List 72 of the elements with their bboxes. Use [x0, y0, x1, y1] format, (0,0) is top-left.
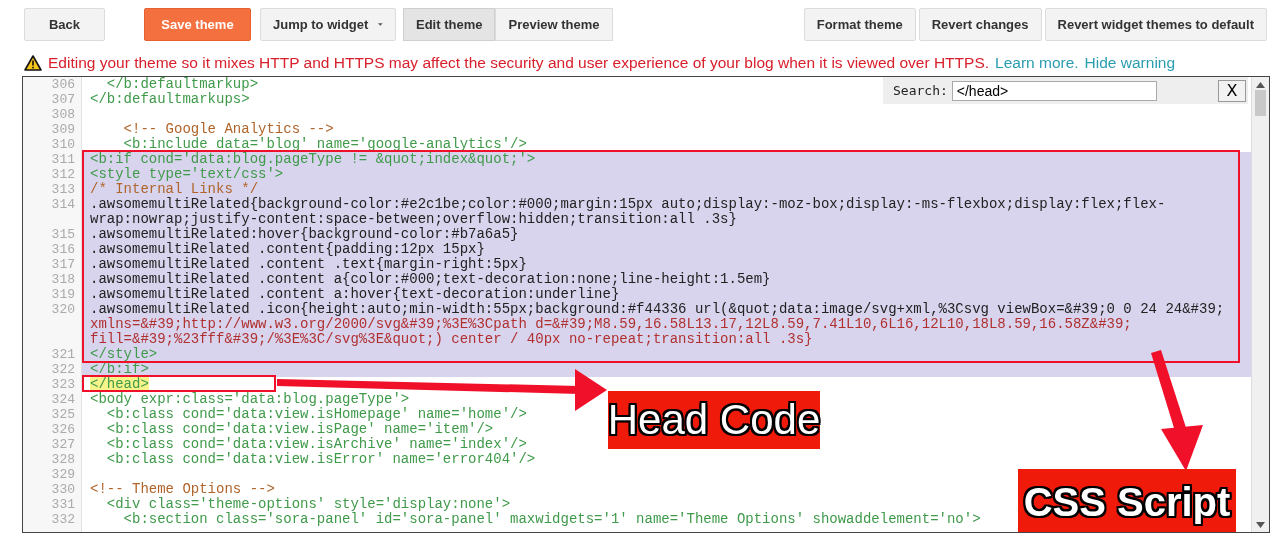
line-number: 312 [50, 167, 76, 182]
toolbar-button[interactable]: Revert widget themes to default [1044, 8, 1267, 41]
code-line: /* Internal Links */ [90, 181, 259, 197]
jump-dropdown[interactable]: Jump to widget [260, 8, 396, 41]
line-number: 311 [50, 152, 76, 167]
code-line: <!-- Theme Options --> [90, 481, 275, 497]
line-number: 307 [50, 92, 76, 107]
line-number: 308 [50, 107, 76, 122]
code-line: </b:defaultmarkup> [105, 77, 259, 92]
scrollbar[interactable] [1251, 77, 1269, 532]
code-line: </style> [90, 346, 158, 362]
code-line: .awsomemultiRelated .content{padding:12px 15px} [90, 241, 485, 257]
code-line: <style type='text/css'> [90, 166, 284, 182]
code-line: .awsomemultiRelated .icon{height:auto;min-width:55px;background:#f44336 url(&quot;data:image/svg+xml,%3Csvg viewBox=&#39;0 0 24 24&#39; [90, 301, 1225, 317]
line-number: 317 [50, 257, 76, 272]
line-number: 320 [50, 302, 76, 317]
line-number: 330 [50, 482, 76, 497]
line-number: 315 [50, 227, 76, 242]
code-line: .awsomemultiRelated{background-color:#e2c1be;color:#000;margin:15px auto;display:-moz-box;display:-ms-flexbox;display:flex;flex- [90, 196, 1166, 212]
annotation-label: CSS Script [1018, 469, 1236, 532]
line-number: 326 [50, 422, 76, 437]
scroll-up-icon[interactable] [1256, 82, 1265, 88]
line-number: 327 [50, 437, 76, 452]
mode-tab[interactable]: Preview theme [495, 8, 613, 41]
scroll-thumb[interactable] [1255, 90, 1266, 116]
line-number: 318 [50, 272, 76, 287]
line-number: 310 [50, 137, 76, 152]
scroll-down-icon[interactable] [1256, 522, 1265, 528]
line-number: 332 [50, 512, 76, 527]
toolbar-button[interactable]: Format theme [803, 8, 916, 41]
line-number: 322 [50, 362, 76, 377]
toolbar-button[interactable]: Revert changes [918, 8, 1042, 41]
caret-icon [378, 22, 383, 27]
code-line: .awsomemultiRelated .content a:hover{text-decoration:underline} [90, 286, 620, 302]
code-line: <b:class cond='data:view.isPage' name='item'/> [105, 421, 494, 437]
line-number: 306 [50, 77, 76, 92]
line-number: 319 [50, 287, 76, 302]
line-number: 316 [50, 242, 76, 257]
code-line: .awsomemultiRelated .content a{color:#000;text-decoration:none;line-height:1.5em} [90, 271, 771, 287]
line-number: 324 [50, 392, 76, 407]
code-line: fill=&#39;%23fff&#39;/%3E%3C/svg%3E&quot;) center / 40px no-repeat;transition:all .3s} [90, 331, 813, 347]
mode-tab[interactable]: Edit theme [403, 8, 496, 41]
code-line: <b:section class='sora-panel' id='sora-panel' maxwidgets='1' name='Theme Options' showaddelement='no'> [122, 511, 981, 527]
code-line: wrap:nowrap;justify-content:space-between;overflow:hidden;transition:all .3s} [90, 211, 737, 227]
line-number: 314 [50, 197, 76, 212]
search-field[interactable]: </head> [951, 80, 1157, 101]
warning-message: Editing your theme so it mixes HTTP and HTTPS may affect the security and user experience of your blog when it is viewed over HTTPS. [48, 54, 990, 72]
code-line: <b:class cond='data:view.isHomepage' name='home'/> [105, 406, 527, 422]
code-line: <body expr:class='data:blog.pageType'> [90, 391, 410, 407]
line-number: 325 [50, 407, 76, 422]
line-number: 331 [50, 497, 76, 512]
line-number: 313 [50, 182, 76, 197]
code-line: .awsomemultiRelated .content .text{margin-right:5px} [90, 256, 527, 272]
annotation-label: Head Code [608, 391, 820, 449]
back-button[interactable]: Back [24, 8, 105, 41]
code-line: xmlns=&#39;http://www.w3.org/2000/svg&#39;%3E%3Cpath d=&#39;M8.59,16.58L13.17,12L8.59,7.41L10,6L16,12L10,18L8.59,16.58Z&#39; [90, 316, 1132, 332]
code-line: <div class='theme-options' style='display:none'> [105, 496, 511, 512]
code-line: <!-- Google Analytics --> [122, 121, 334, 137]
line-number: 323 [50, 377, 76, 392]
close-search-button[interactable]: X [1218, 79, 1246, 102]
code-line: <b:class cond='data:view.isArchive' name='index'/> [105, 436, 527, 452]
line-number: 321 [50, 347, 76, 362]
line-number: 309 [50, 122, 76, 137]
warning-icon [24, 55, 42, 71]
code-line: <b:if cond='data:blog.pageType != &quot;index&quot;'> [90, 151, 536, 167]
line-number: 329 [50, 467, 76, 482]
code-line: <b:class cond='data:view.isError' name='error404'/> [105, 451, 536, 467]
code-line: .awsomemultiRelated:hover{background-color:#b7a6a5} [90, 226, 519, 242]
line-number: 328 [50, 452, 76, 467]
code-line: <b:include data='blog' name='google-analytics'/> [122, 136, 527, 152]
search-label: Search: [893, 83, 948, 98]
code-line: </b:defaultmarkups> [90, 91, 250, 107]
